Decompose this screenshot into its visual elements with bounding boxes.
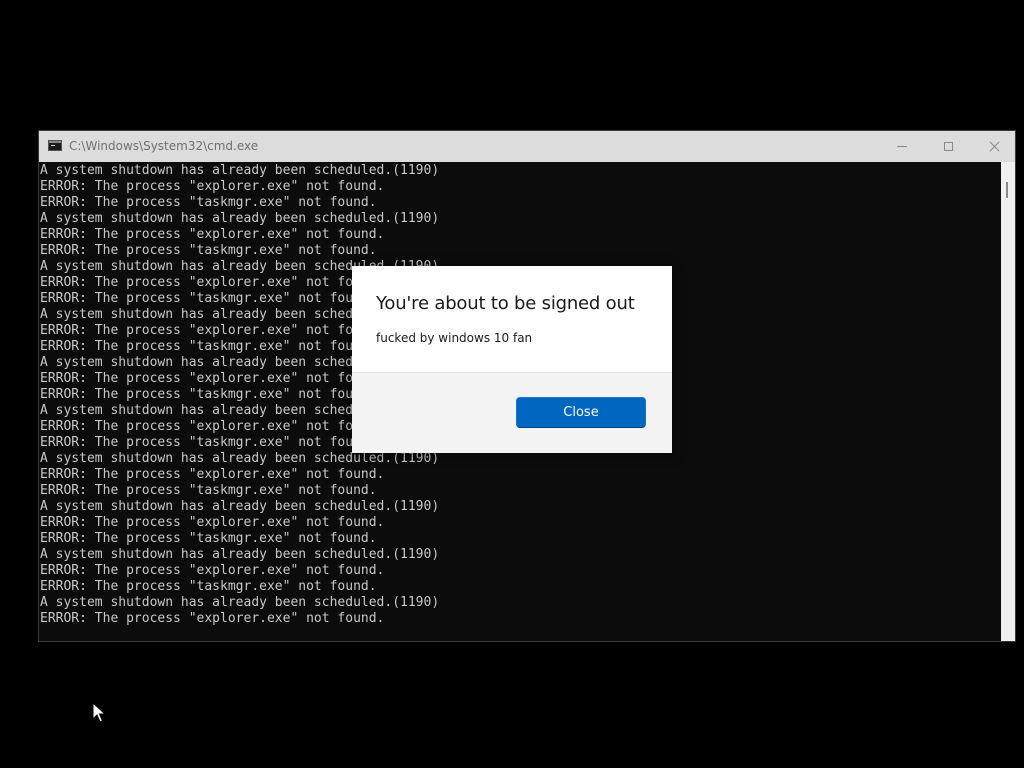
console-line: A system shutdown has already been sched… [40, 211, 440, 226]
window-titlebar[interactable]: C:\Windows\System32\cmd.exe [39, 131, 1015, 162]
console-line: ERROR: The process "explorer.exe" not fo… [40, 611, 385, 626]
minimize-button[interactable] [879, 131, 925, 162]
close-icon [988, 141, 1000, 153]
cmd-icon [48, 140, 62, 151]
console-line: ERROR: The process "explorer.exe" not fo… [40, 419, 385, 434]
desktop: C:\Windows\System32\cmd.exe A system shu… [0, 0, 1024, 768]
console-line: A system shutdown has already been sched… [40, 499, 440, 514]
console-line: ERROR: The process "explorer.exe" not fo… [40, 467, 385, 482]
console-line: ERROR: The process "explorer.exe" not fo… [40, 371, 385, 386]
console-line: A system shutdown has already been sched… [40, 547, 440, 562]
console-line: A system shutdown has already been sched… [40, 451, 440, 466]
minimize-icon [897, 146, 907, 147]
console-line: ERROR: The process "taskmgr.exe" not fou… [40, 291, 377, 306]
console-line: ERROR: The process "taskmgr.exe" not fou… [40, 435, 377, 450]
dialog-message: fucked by windows 10 fan [376, 331, 533, 345]
console-line: ERROR: The process "taskmgr.exe" not fou… [40, 531, 377, 546]
window-title: C:\Windows\System32\cmd.exe [69, 139, 259, 153]
console-line: ERROR: The process "taskmgr.exe" not fou… [40, 195, 377, 210]
console-line: A system shutdown has already been sched… [40, 163, 440, 178]
console-line: ERROR: The process "taskmgr.exe" not fou… [40, 243, 377, 258]
console-line: ERROR: The process "explorer.exe" not fo… [40, 227, 385, 242]
console-line: A system shutdown has already been sched… [40, 595, 440, 610]
arrow-cursor-icon [92, 702, 106, 723]
maximize-icon [943, 142, 953, 151]
dialog-content: You're about to be signed out fucked by … [352, 266, 672, 373]
console-line: ERROR: The process "explorer.exe" not fo… [40, 515, 385, 530]
vertical-scrollbar[interactable] [1001, 162, 1015, 641]
console-line: ERROR: The process "taskmgr.exe" not fou… [40, 483, 377, 498]
sign-out-dialog: You're about to be signed out fucked by … [352, 266, 672, 453]
close-window-button[interactable] [971, 131, 1017, 162]
console-line: ERROR: The process "explorer.exe" not fo… [40, 275, 385, 290]
console-line: ERROR: The process "taskmgr.exe" not fou… [40, 579, 377, 594]
console-line: ERROR: The process "explorer.exe" not fo… [40, 323, 385, 338]
console-line: ERROR: The process "taskmgr.exe" not fou… [40, 387, 377, 402]
console-line: ERROR: The process "taskmgr.exe" not fou… [40, 339, 377, 354]
dialog-title: You're about to be signed out [376, 293, 635, 314]
console-line: ERROR: The process "explorer.exe" not fo… [40, 563, 385, 578]
close-button[interactable]: Close [516, 397, 646, 428]
maximize-button[interactable] [925, 131, 971, 162]
console-line: ERROR: The process "explorer.exe" not fo… [40, 179, 385, 194]
scrollbar-thumb[interactable] [1006, 182, 1008, 198]
